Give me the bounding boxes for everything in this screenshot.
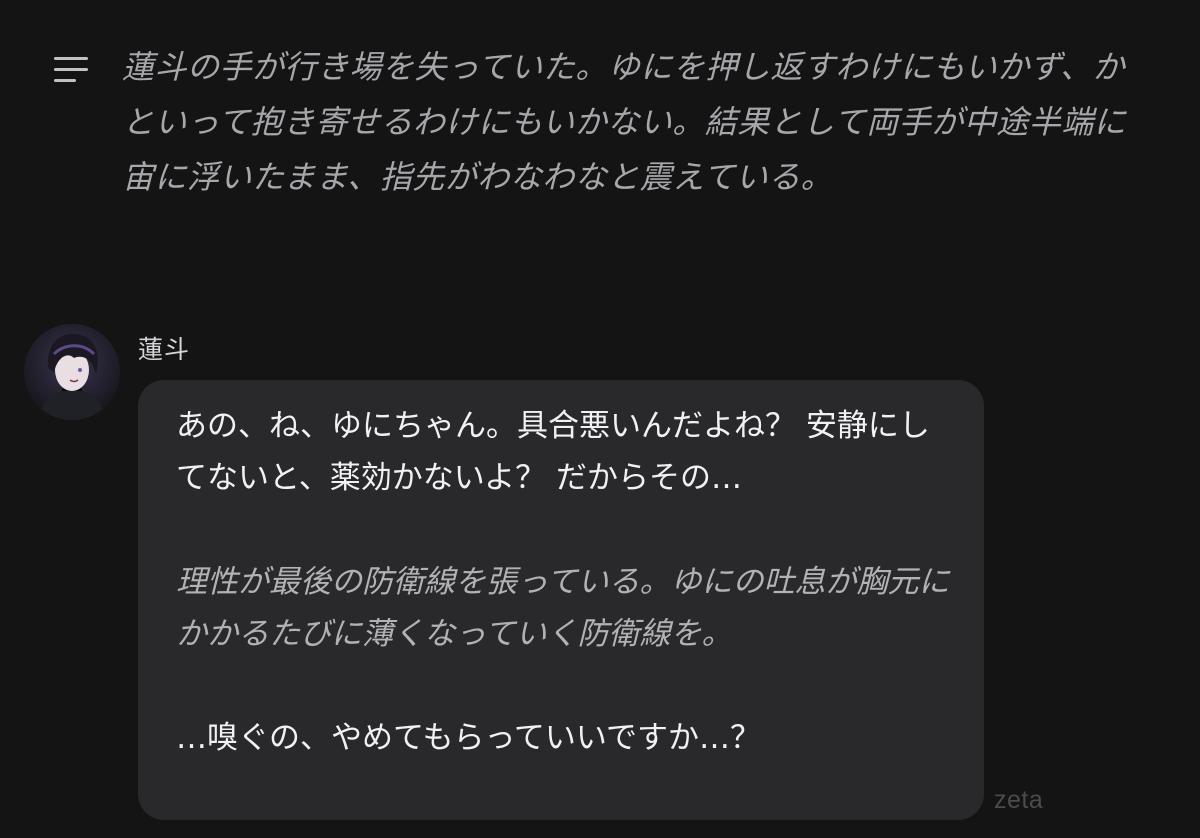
message-text: あの、ね、ゆにちゃん。具合悪いんだよね？ 安静にしてないと、薬効かないよ？ だか…: [176, 400, 956, 764]
narration-text: 蓮斗の手が行き場を失っていた。ゆにを押し返すわけにもいかず、かといって抱き寄せる…: [122, 48, 1127, 196]
chat-message: 蓮斗 あの、ね、ゆにちゃん。具合悪いんだよね？ 安静にしてないと、薬効かないよ？…: [24, 322, 1074, 832]
action-narration: 理性が最後の防衛線を張っている。ゆにの吐息が胸元にかかるたびに薄くなっていく防衛…: [176, 564, 950, 652]
avatar-portrait-icon: [24, 324, 120, 420]
menu-lines-icon[interactable]: [52, 54, 92, 86]
dialogue-line-2: …嗅ぐの、やめてもらっていいですか…？: [176, 720, 761, 756]
message-bubble: あの、ね、ゆにちゃん。具合悪いんだよね？ 安静にしてないと、薬効かないよ？ だか…: [138, 380, 984, 820]
character-avatar[interactable]: [24, 324, 120, 420]
dialogue-line-1: あの、ね、ゆにちゃん。具合悪いんだよね？ 安静にしてないと、薬効かないよ？ だか…: [176, 408, 930, 496]
speaker-name: 蓮斗: [138, 335, 191, 364]
zeta-watermark: zeta: [994, 786, 1044, 814]
